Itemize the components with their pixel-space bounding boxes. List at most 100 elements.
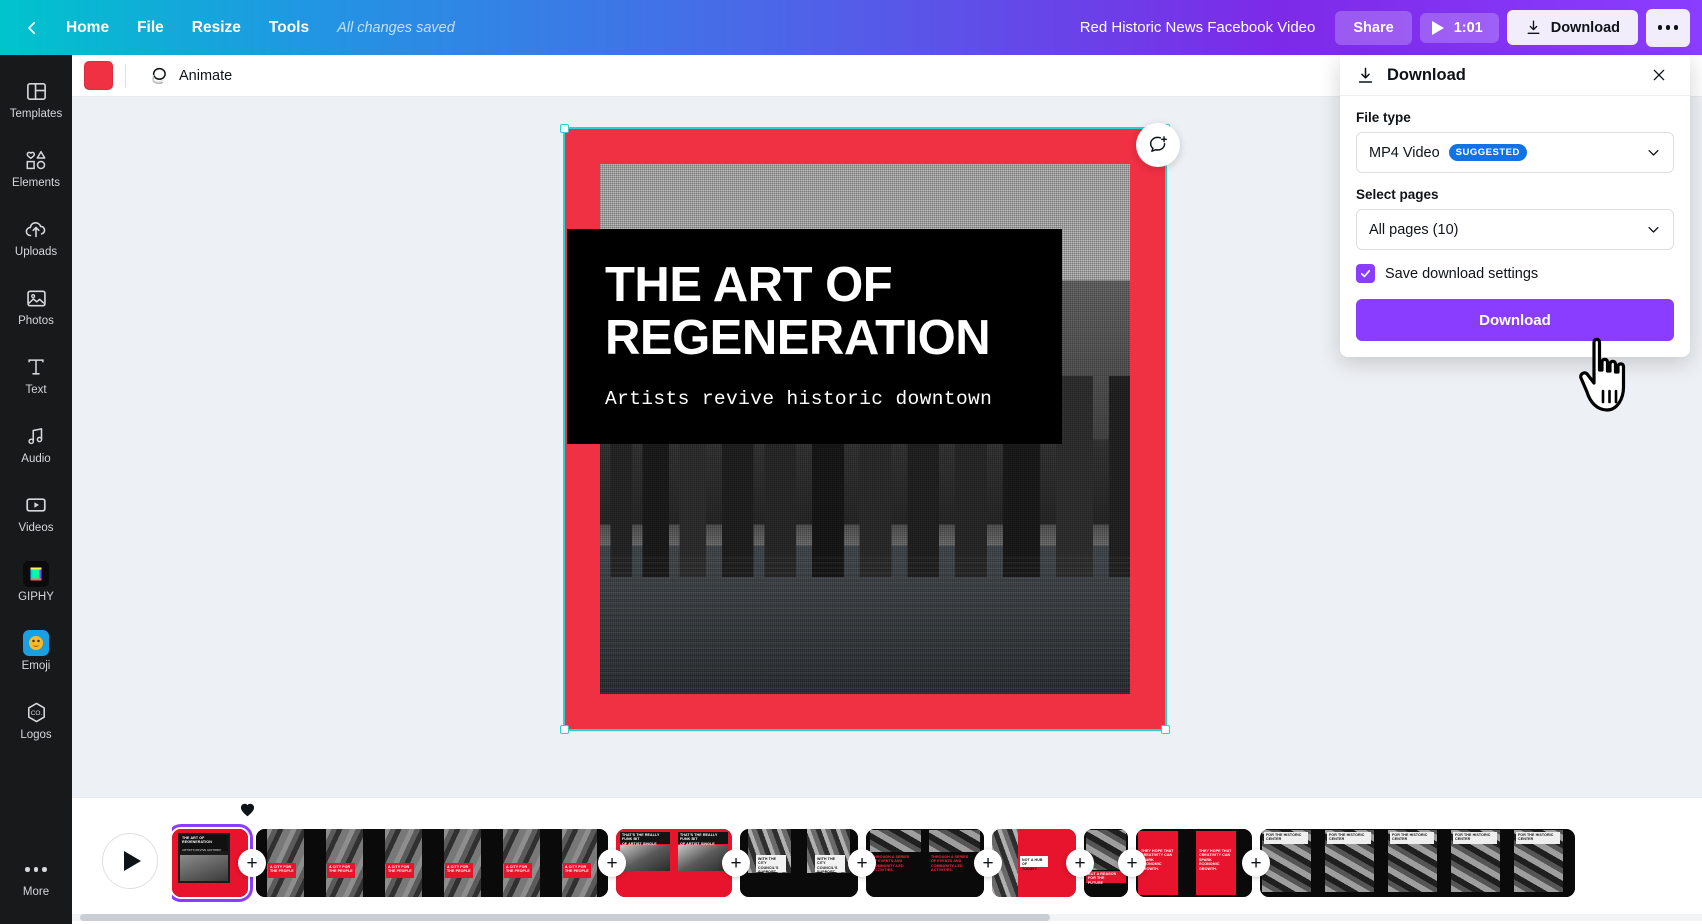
timeline-scene-8[interactable]: THEY HOPE THATCREATIVITY CANSPARK ECONOM… (1136, 829, 1252, 897)
resize-handle-br[interactable] (1161, 725, 1170, 734)
select-pages-value: All pages (10) (1369, 222, 1646, 238)
design-text-block[interactable]: THE ART OF REGENERATION Artists revive h… (567, 229, 1062, 444)
svg-text:CO.: CO. (30, 710, 42, 717)
file-type-label: File type (1356, 110, 1674, 125)
resize-handle-tl[interactable] (560, 124, 569, 133)
sidebar-label: Templates (10, 109, 62, 121)
download-panel: Download File type MP4 Video SUGGESTED S… (1340, 55, 1690, 357)
timeline-scrollbar-track[interactable] (72, 914, 1702, 921)
heart-icon[interactable] (240, 803, 255, 822)
menu-tools[interactable]: Tools (255, 11, 323, 45)
timeline-scene-9[interactable]: FOR THE HISTORICCENTER FOR THE HISTORICC… (1260, 829, 1575, 897)
elements-icon (24, 148, 48, 173)
animate-button[interactable]: Animate (138, 59, 242, 92)
document-title[interactable]: Red Historic News Facebook Video (1068, 11, 1328, 44)
timeline-track: THE ART OFREGENERATION ARTISTS REVIVE HI… (172, 823, 1575, 903)
timeline-scene-4[interactable]: WITH THE CITYCOUNCIL'SSUPPORT WITH THE C… (740, 829, 858, 897)
add-page-button-2[interactable]: + (598, 849, 626, 877)
uploads-icon (24, 217, 48, 242)
sidebar-item-giphy[interactable]: GIPHY (0, 548, 72, 617)
sidebar-item-templates[interactable]: Templates (0, 65, 72, 134)
timeline-scene-1[interactable]: THE ART OFREGENERATION ARTISTS REVIVE HI… (172, 829, 248, 897)
audio-icon (25, 424, 47, 449)
add-page-button-3[interactable]: + (722, 849, 750, 877)
timeline-frame: NOT A HUB OFTODAY? (992, 829, 1076, 897)
sidebar-item-logos[interactable]: CO. Logos (0, 686, 72, 755)
sidebar-item-emoji[interactable]: Emoji (0, 617, 72, 686)
sidebar-label: Text (25, 385, 46, 397)
back-button[interactable] (12, 8, 52, 48)
design-subheadline: Artists revive historic downtown (605, 388, 1024, 410)
emoji-icon (23, 631, 49, 656)
play-icon (124, 851, 141, 871)
add-page-button-5[interactable]: + (974, 849, 1002, 877)
add-page-button-7[interactable]: + (1118, 849, 1146, 877)
sidebar-item-text[interactable]: Text (0, 341, 72, 410)
dot-icon (1658, 25, 1663, 30)
timeline-scene-3[interactable]: THAT'S THE REALLY FUNK BITOF ARTIST SING… (616, 829, 732, 897)
timeline-play-button[interactable] (102, 833, 158, 889)
play-icon (1432, 21, 1444, 35)
download-button[interactable]: Download (1507, 10, 1638, 45)
animate-label: Animate (179, 68, 232, 84)
left-sidebar: Templates Elements Uploads (0, 55, 72, 924)
add-page-button-1[interactable]: + (238, 849, 266, 877)
sidebar-item-more[interactable]: More (0, 843, 72, 912)
menu-resize[interactable]: Resize (178, 11, 255, 45)
menu-home[interactable]: Home (52, 11, 123, 45)
sidebar-label: Logos (20, 730, 51, 742)
timeline-frame: FOR THE HISTORICCENTER (1449, 829, 1512, 897)
animate-icon (148, 65, 169, 86)
design-page[interactable]: THE ART OF REGENERATION Artists revive h… (565, 129, 1165, 729)
add-comment-button[interactable] (1136, 123, 1180, 167)
suggested-badge: SUGGESTED (1449, 144, 1527, 161)
menu-file[interactable]: File (123, 11, 178, 45)
chevron-down-icon (1646, 145, 1661, 160)
header-more-button[interactable] (1646, 9, 1690, 47)
color-swatch-button[interactable] (84, 61, 113, 90)
timeline-frame: A CITY FORTHE PEOPLE (315, 829, 374, 897)
sidebar-item-videos[interactable]: Videos (0, 479, 72, 548)
resize-handle-bl[interactable] (560, 725, 569, 734)
timeline-frame: THE ART OFREGENERATION ARTISTS REVIVE HI… (172, 829, 248, 897)
sidebar-label: Uploads (15, 247, 57, 259)
preview-play-button[interactable]: 1:01 (1420, 13, 1499, 43)
sidebar-label: More (23, 887, 49, 899)
sidebar-item-uploads[interactable]: Uploads (0, 203, 72, 272)
checkbox-checked-icon (1356, 264, 1375, 283)
sidebar-item-photos[interactable]: Photos (0, 272, 72, 341)
toolbar-divider (125, 64, 126, 88)
add-page-button-8[interactable]: + (1242, 849, 1270, 877)
sidebar-label: Videos (19, 523, 54, 535)
add-page-button-6[interactable]: + (1066, 849, 1094, 877)
download-panel-header: Download (1340, 55, 1690, 96)
sidebar-item-audio[interactable]: Audio (0, 410, 72, 479)
timeline-scene-5[interactable]: THROUGH A SERIESOF EVENTS ANDCOMMUNITY-L… (866, 829, 984, 897)
file-type-select[interactable]: MP4 Video SUGGESTED (1356, 132, 1674, 173)
download-icon (1525, 19, 1542, 36)
download-submit-button[interactable]: Download (1356, 299, 1674, 341)
share-button[interactable]: Share (1335, 11, 1411, 45)
text-icon (25, 355, 47, 380)
timeline-scrollbar-thumb[interactable] (80, 914, 1050, 921)
download-panel-body: File type MP4 Video SUGGESTED Select pag… (1340, 96, 1690, 357)
add-page-button-4[interactable]: + (848, 849, 876, 877)
timeline-scene-2[interactable]: A CITY FORTHE PEOPLE A CITY FORTHE PEOPL… (256, 829, 608, 897)
videos-icon (24, 493, 48, 518)
canva-editor: Home File Resize Tools All changes saved… (0, 0, 1702, 924)
duration-label: 1:01 (1454, 20, 1483, 36)
save-download-settings-checkbox[interactable]: Save download settings (1356, 264, 1674, 283)
logos-icon: CO. (24, 700, 49, 725)
chevron-left-icon (23, 19, 41, 37)
timeline-scene-6[interactable]: NOT A HUB OFTODAY? (992, 829, 1076, 897)
select-pages-select[interactable]: All pages (10) (1356, 209, 1674, 250)
close-download-panel-button[interactable] (1644, 60, 1674, 90)
download-icon (1356, 66, 1375, 85)
sidebar-item-elements[interactable]: Elements (0, 134, 72, 203)
timeline-frame: FOR THE HISTORICCENTER (1512, 829, 1575, 897)
timeline-scroll-region[interactable]: THE ART OFREGENERATION ARTISTS REVIVE HI… (172, 798, 1702, 924)
save-download-settings-label: Save download settings (1385, 266, 1538, 282)
design-frame[interactable]: THE ART OF REGENERATION Artists revive h… (565, 129, 1165, 729)
timeline-frame: FOR THE HISTORICCENTER (1323, 829, 1386, 897)
timeline-frame: A CITY FORTHE PEOPLE (433, 829, 492, 897)
